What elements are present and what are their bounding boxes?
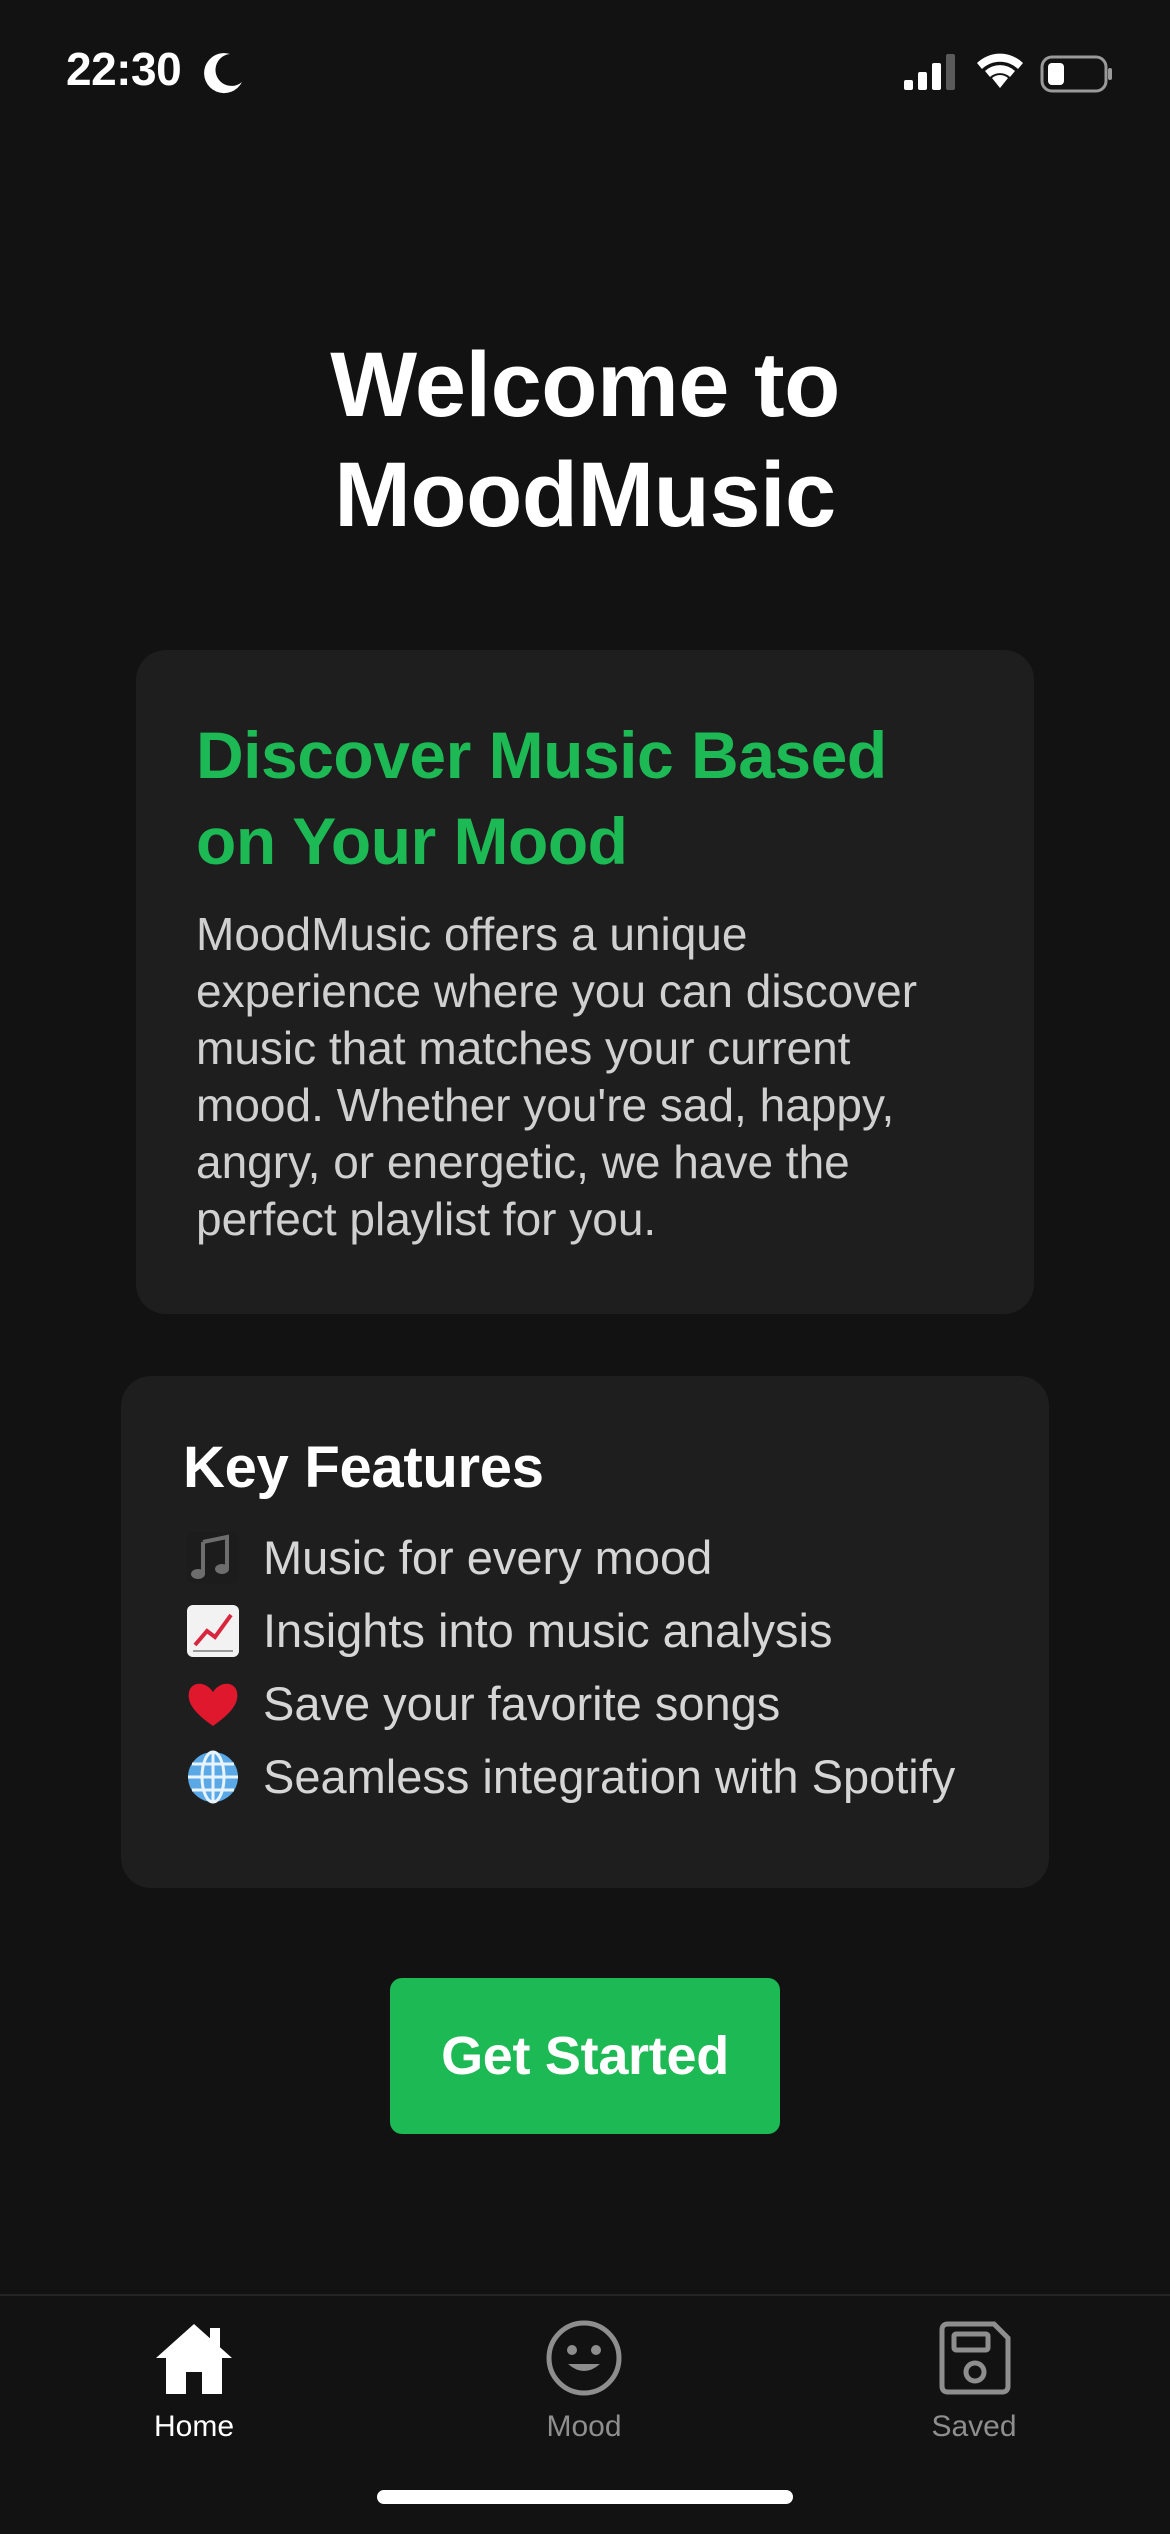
feature-label: Seamless integration with Spotify	[263, 1750, 956, 1803]
intro-card: Discover Music Based on Your Mood MoodMu…	[136, 650, 1034, 1314]
signal-icon	[904, 54, 955, 90]
page-title-line1: Welcome to	[330, 333, 840, 436]
home-icon	[156, 2324, 232, 2394]
tab-home[interactable]: Home	[74, 2316, 314, 2466]
get-started-button[interactable]: Get Started	[390, 1978, 780, 2134]
home-indicator	[377, 2490, 793, 2504]
tab-saved-label: Saved	[931, 2410, 1017, 2443]
features-card: Key Features Music for every mood Insigh…	[121, 1376, 1049, 1888]
chart-increasing-icon	[183, 1601, 243, 1661]
page-title: Welcome to MoodMusic	[0, 330, 1170, 550]
tab-saved[interactable]: Saved	[854, 2316, 1094, 2466]
features-heading: Key Features	[183, 1435, 544, 1500]
globe-icon	[183, 1747, 243, 1807]
page-title-line2: MoodMusic	[334, 443, 836, 546]
list-item: Music for every mood	[183, 1521, 987, 1594]
smiley-icon	[546, 2320, 622, 2396]
list-item: Insights into music analysis	[183, 1594, 987, 1667]
red-heart-icon	[183, 1674, 243, 1734]
tab-mood-label: Mood	[546, 2410, 622, 2443]
tab-mood[interactable]: Mood	[464, 2316, 704, 2466]
moon-icon	[204, 53, 242, 94]
feature-label: Music for every mood	[263, 1531, 713, 1584]
status-time: 22:30	[66, 43, 182, 95]
list-item: Save your favorite songs	[183, 1667, 987, 1740]
intro-card-text: MoodMusic offers a unique experience whe…	[196, 908, 918, 1245]
feature-label: Save your favorite songs	[263, 1677, 781, 1730]
feature-list: Music for every mood Insights into music…	[183, 1521, 987, 1813]
battery-icon	[1040, 55, 1112, 93]
tab-home-label: Home	[153, 2410, 235, 2443]
wifi-icon	[977, 53, 1023, 88]
save-icon	[939, 2321, 1011, 2395]
status-bar: 22:30	[0, 0, 1170, 150]
feature-label: Insights into music analysis	[263, 1604, 833, 1657]
musical-notes-icon	[183, 1528, 243, 1588]
list-item: Seamless integration with Spotify	[183, 1740, 987, 1813]
intro-card-title: Discover Music Based on Your Mood	[196, 718, 887, 878]
